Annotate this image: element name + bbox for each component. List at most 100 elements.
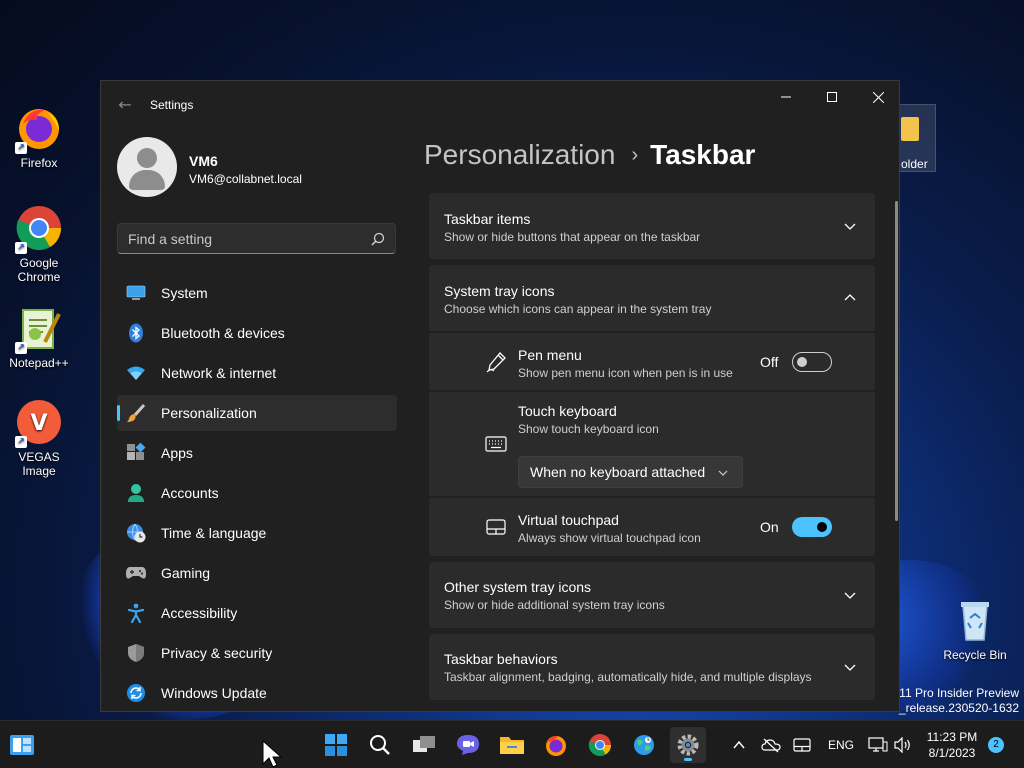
sidebar-item-apps[interactable]: Apps: [117, 435, 397, 471]
maximize-icon: [827, 92, 837, 102]
touchpad-tray-button[interactable]: [790, 721, 814, 768]
chevron-down-icon[interactable]: [843, 588, 857, 602]
input-language-button[interactable]: ENG: [822, 721, 860, 768]
chat-button[interactable]: [450, 727, 486, 763]
system-tray-icons-card[interactable]: System tray icons Choose which icons can…: [429, 265, 875, 331]
task-view-button[interactable]: [406, 727, 442, 763]
desktop-icon-vegas[interactable]: V ↗ VEGAS Image: [0, 398, 78, 478]
speaker-icon: [894, 737, 910, 753]
desktop-icon-notepadpp[interactable]: ↗ Notepad++: [0, 304, 78, 370]
sidebar-item-privacy[interactable]: Privacy & security: [117, 635, 397, 671]
page-title: Taskbar: [650, 139, 756, 170]
apps-icon: [125, 442, 147, 464]
search-input[interactable]: [128, 230, 363, 248]
avatar-body: [129, 170, 165, 190]
virtual-touchpad-row: Virtual touchpad Always show virtual tou…: [429, 498, 875, 556]
sidebar-nav: System Bluetooth & devices Network & int…: [117, 275, 397, 711]
chrome-icon: ↗: [15, 204, 63, 254]
pen-icon: [485, 351, 507, 373]
firefox-taskbar-button[interactable]: [538, 727, 574, 763]
sidebar-item-accessibility[interactable]: Accessibility: [117, 595, 397, 631]
minimize-button[interactable]: [763, 81, 809, 113]
shortcut-arrow-icon: ↗: [15, 142, 27, 154]
running-indicator: [684, 758, 692, 761]
folder-icon: [901, 117, 919, 141]
search-button[interactable]: [362, 727, 398, 763]
chrome-taskbar-button[interactable]: [582, 727, 618, 763]
setting-title: Virtual touchpad: [518, 512, 619, 528]
card-subtitle: Taskbar alignment, badging, automaticall…: [444, 670, 812, 684]
pen-menu-toggle[interactable]: [792, 352, 832, 372]
back-button[interactable]: ←: [113, 95, 137, 115]
breadcrumb-parent-link[interactable]: Personalization: [424, 139, 615, 170]
chevron-up-icon: [733, 740, 745, 749]
chevron-down-icon[interactable]: [843, 219, 857, 233]
search-box[interactable]: [117, 223, 396, 254]
taskbar-behaviors-card[interactable]: Taskbar behaviors Taskbar alignment, bad…: [429, 634, 875, 700]
taskbar-items-card[interactable]: Taskbar items Show or hide buttons that …: [429, 193, 875, 259]
clock-time: 11:23 PM: [926, 730, 978, 744]
sidebar-item-system[interactable]: System: [117, 275, 397, 311]
notification-badge[interactable]: 2: [988, 737, 1004, 753]
show-hidden-icons-button[interactable]: [728, 721, 750, 768]
card-title: Taskbar items: [444, 211, 531, 227]
settings-window: ← Settings VM6 VM6@collabnet.local Find …: [100, 80, 900, 712]
desktop-icon-firefox[interactable]: ↗ Firefox: [0, 104, 78, 170]
touch-keyboard-dropdown[interactable]: When no keyboard attached: [518, 456, 743, 488]
desktop-icon-recycle-bin[interactable]: Recycle Bin: [936, 596, 1014, 662]
card-subtitle: Choose which icons can appear in the sys…: [444, 302, 712, 316]
card-subtitle: Show or hide buttons that appear on the …: [444, 230, 701, 244]
setting-title: Pen menu: [518, 347, 582, 363]
desktop-icon-label: VEGAS Image: [18, 450, 60, 478]
title-bar[interactable]: ← Settings: [101, 81, 899, 129]
volume-tray-button[interactable]: [892, 721, 914, 768]
sidebar-item-bluetooth[interactable]: Bluetooth & devices: [117, 315, 397, 351]
chevron-down-icon[interactable]: [843, 660, 857, 674]
breadcrumb-separator: ›: [631, 144, 639, 166]
maximize-button[interactable]: [809, 81, 855, 113]
file-explorer-button[interactable]: [494, 727, 530, 763]
toggle-state-label: Off: [760, 354, 779, 370]
sidebar-item-label: Time & language: [161, 525, 267, 541]
desktop-icon-chrome[interactable]: ↗ Google Chrome: [0, 204, 78, 284]
network-tray-button[interactable]: [866, 721, 890, 768]
widgets-button[interactable]: [4, 727, 40, 763]
search-icon[interactable]: [371, 232, 385, 246]
content-scrollbar[interactable]: [895, 201, 898, 521]
clock-date: 8/1/2023: [928, 746, 976, 760]
onedrive-tray-button[interactable]: [758, 721, 784, 768]
sidebar-item-time-language[interactable]: Time & language: [117, 515, 397, 551]
close-button[interactable]: [855, 81, 899, 113]
mouse-cursor-icon: [262, 740, 283, 768]
sidebar-item-personalization[interactable]: Personalization: [117, 395, 397, 431]
sidebar-item-network[interactable]: Network & internet: [117, 355, 397, 391]
dropdown-selected-value: When no keyboard attached: [530, 464, 706, 480]
pen-menu-row: Pen menu Show pen menu icon when pen is …: [429, 333, 875, 390]
avatar-head: [137, 148, 157, 168]
taskbar-clock[interactable]: 11:23 PM 8/1/2023: [920, 729, 984, 761]
user-name: VM6: [189, 153, 218, 169]
sidebar-item-gaming[interactable]: Gaming: [117, 555, 397, 591]
windows-logo-icon: [325, 734, 347, 756]
chrome-icon: [588, 734, 611, 756]
start-button[interactable]: [318, 727, 354, 763]
shortcut-arrow-icon: ↗: [15, 242, 27, 254]
shield-icon: [125, 642, 147, 664]
notepadpp-icon: ↗: [15, 304, 63, 354]
sidebar-item-windows-update[interactable]: Windows Update: [117, 675, 397, 711]
minimize-icon: [781, 96, 791, 98]
other-tray-icons-card[interactable]: Other system tray icons Show or hide add…: [429, 562, 875, 628]
sidebar-item-accounts[interactable]: Accounts: [117, 475, 397, 511]
sidebar-item-label: System: [161, 285, 208, 301]
virtual-touchpad-toggle[interactable]: [792, 517, 832, 537]
user-email: VM6@collabnet.local: [189, 172, 302, 186]
maps-taskbar-button[interactable]: [626, 727, 662, 763]
chevron-up-icon[interactable]: [843, 291, 857, 305]
desktop-folder[interactable]: older: [898, 104, 936, 172]
settings-taskbar-button[interactable]: [670, 727, 706, 763]
avatar: [117, 137, 177, 197]
desktop-icon-label: Firefox: [20, 156, 58, 170]
card-title: System tray icons: [444, 283, 555, 299]
firefox-icon: ↗: [15, 104, 63, 154]
setting-description: Always show virtual touchpad icon: [518, 531, 701, 545]
